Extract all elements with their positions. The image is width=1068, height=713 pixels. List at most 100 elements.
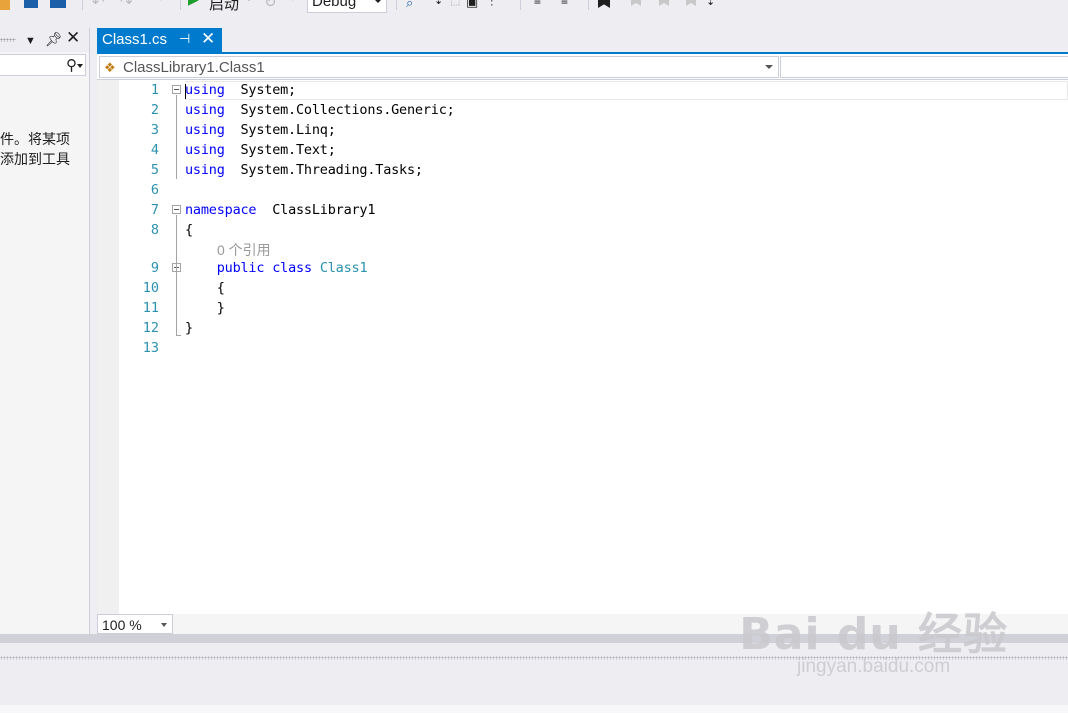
line-number: 6 bbox=[150, 182, 159, 198]
toolbar-separator bbox=[180, 0, 181, 10]
code-text: { bbox=[185, 222, 193, 238]
chevron-down-icon[interactable] bbox=[77, 64, 83, 68]
code-line[interactable]: 1 using System; bbox=[97, 80, 1068, 100]
code-line[interactable]: 3 using System.Linq; bbox=[97, 120, 1068, 140]
code-token: System.Collections.Generic; bbox=[224, 102, 455, 118]
line-number: 1 bbox=[150, 82, 159, 98]
code-text: using System.Text; bbox=[185, 142, 336, 158]
toolbar-separator bbox=[520, 0, 521, 10]
keyword-token: public bbox=[216, 260, 265, 276]
hint-line-2: 添加到工具 bbox=[0, 151, 70, 167]
code-line[interactable]: 9 public class Class1 bbox=[97, 258, 1068, 278]
outdent-icon[interactable]: ≡ bbox=[534, 0, 541, 8]
save-icon[interactable] bbox=[24, 0, 38, 8]
undo-dropdown-icon[interactable]: ▾ bbox=[158, 0, 164, 4]
navigation-bar: ❖ ClassLibrary1.Class1 bbox=[97, 54, 1068, 80]
code-line[interactable]: 13 bbox=[97, 338, 1068, 358]
member-selector[interactable] bbox=[780, 56, 1068, 78]
next-bookmark-icon[interactable] bbox=[659, 0, 669, 6]
close-icon[interactable]: ✕ bbox=[66, 29, 80, 46]
text-caret bbox=[185, 84, 186, 99]
panel-grip[interactable] bbox=[0, 38, 16, 42]
main-toolbar: ↶ ↷ ▾ ▶ 启动 ▾ ↻ ▾ Debug ⌕ ⇣ ⬚ ▣ ⫶ ≡ ≡ ⇣ bbox=[0, 0, 1068, 20]
code-line[interactable]: 4 using System.Text; bbox=[97, 140, 1068, 160]
zoom-select[interactable]: 100 % bbox=[97, 614, 173, 634]
keyword-token: namespace bbox=[185, 202, 257, 218]
line-number: 4 bbox=[150, 142, 159, 158]
save-all-icon[interactable] bbox=[50, 0, 66, 8]
code-line[interactable]: 11 } bbox=[97, 298, 1068, 318]
code-text: } bbox=[185, 320, 193, 336]
line-number: 7 bbox=[150, 202, 159, 218]
start-button[interactable]: 启动 bbox=[209, 0, 239, 14]
refresh-icon[interactable]: ↻ bbox=[264, 0, 277, 11]
open-file-icon[interactable] bbox=[0, 0, 10, 10]
code-line[interactable]: 10 { bbox=[97, 278, 1068, 298]
configuration-select[interactable]: Debug bbox=[307, 0, 387, 13]
code-line[interactable]: 5 using System.Threading.Tasks; bbox=[97, 160, 1068, 180]
close-icon[interactable]: ✕ bbox=[201, 29, 215, 49]
code-token: { bbox=[185, 280, 225, 296]
toolbar-overflow-icon[interactable]: ⇣ bbox=[706, 0, 715, 8]
clear-bookmark-icon[interactable] bbox=[686, 0, 696, 6]
code-line[interactable]: 6 bbox=[97, 180, 1068, 200]
line-number: 9 bbox=[150, 260, 159, 276]
code-token: System.Threading.Tasks; bbox=[224, 162, 423, 178]
collapse-icon[interactable] bbox=[172, 85, 181, 94]
code-text: public class Class1 bbox=[185, 260, 368, 276]
outline-guide-end bbox=[176, 335, 181, 336]
indent-icon[interactable]: ≡ bbox=[561, 0, 568, 8]
pin-icon[interactable]: 📌︎ bbox=[45, 31, 63, 47]
toolbar-separator bbox=[588, 0, 589, 10]
find-options-icon[interactable]: ⇣ bbox=[434, 0, 443, 7]
undo-icon[interactable]: ↶ bbox=[92, 0, 105, 11]
keyword-token: class bbox=[272, 260, 312, 276]
tab-class1-cs[interactable]: Class1.cs ⊣ ✕ bbox=[97, 28, 222, 52]
code-line[interactable]: 8{ bbox=[97, 220, 1068, 240]
keyword-token: using bbox=[185, 142, 225, 158]
code-text: using System.Threading.Tasks; bbox=[185, 162, 423, 178]
outline-guide bbox=[176, 95, 177, 179]
code-token: System.Linq; bbox=[224, 122, 336, 138]
line-number: 13 bbox=[142, 340, 159, 356]
find-icon[interactable]: ⌕ bbox=[406, 0, 413, 11]
chevron-down-icon bbox=[374, 0, 382, 3]
line-number: 10 bbox=[142, 280, 159, 296]
refresh-dropdown-icon[interactable]: ▾ bbox=[290, 0, 296, 4]
pin-icon[interactable]: ⊣ bbox=[179, 31, 190, 47]
code-token: } bbox=[185, 300, 225, 316]
code-token: ClassLibrary1 bbox=[256, 202, 376, 218]
outline-guide bbox=[176, 273, 177, 315]
start-dropdown-icon[interactable]: ▾ bbox=[246, 0, 252, 4]
class-icon: ❖ bbox=[104, 60, 116, 75]
codelens-references[interactable]: 0 个引用 bbox=[217, 240, 271, 260]
zoom-value: 100 % bbox=[102, 617, 142, 633]
code-line[interactable]: 2 using System.Collections.Generic; bbox=[97, 100, 1068, 120]
keyword-token: using bbox=[185, 82, 225, 98]
search-icon: ⚲ bbox=[66, 57, 77, 74]
panel-menu-icon[interactable]: ▼ bbox=[25, 33, 36, 49]
code-editor[interactable]: 1 using System; 2 using System.Collections.… bbox=[97, 80, 1068, 614]
toolbox-hint-text: 件。将某项 添加到工具 bbox=[0, 129, 89, 169]
line-number: 12 bbox=[142, 320, 159, 336]
toolbar-separator bbox=[82, 0, 83, 10]
line-number: 3 bbox=[150, 122, 159, 138]
bookmark-icon[interactable] bbox=[598, 0, 610, 8]
toolbox-search-input[interactable]: ⚲ bbox=[0, 54, 86, 76]
dotted-box-icon[interactable]: ⬚ bbox=[450, 0, 460, 7]
code-line[interactable]: 12} bbox=[97, 318, 1068, 338]
print-icon[interactable]: ▣ bbox=[466, 0, 478, 10]
toolbar-separator bbox=[396, 0, 397, 10]
code-line[interactable]: 7 namespace ClassLibrary1 bbox=[97, 200, 1068, 220]
prev-bookmark-icon[interactable] bbox=[631, 0, 641, 6]
chevron-down-icon bbox=[765, 65, 773, 69]
toolbox-header: ▼ 📌︎ ✕ bbox=[0, 28, 89, 52]
play-icon[interactable]: ▶ bbox=[188, 0, 199, 8]
type-selector[interactable]: ❖ ClassLibrary1.Class1 bbox=[99, 56, 779, 78]
status-strip bbox=[0, 705, 1068, 713]
format-icon[interactable]: ⫶ bbox=[490, 0, 493, 10]
keyword-token: using bbox=[185, 162, 225, 178]
collapse-icon[interactable] bbox=[172, 205, 181, 214]
redo-icon[interactable]: ↷ bbox=[120, 0, 133, 11]
